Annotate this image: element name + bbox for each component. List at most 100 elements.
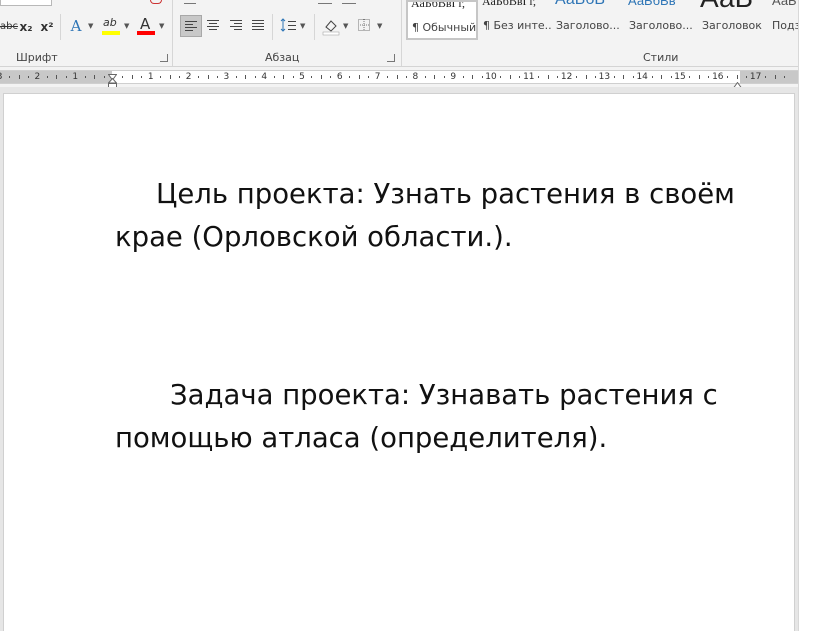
ruler-tick bbox=[27, 76, 29, 78]
strikethrough-button[interactable]: abc bbox=[0, 18, 18, 36]
style-tile-heading2[interactable]: АаБбВв Заголово... bbox=[625, 0, 697, 40]
styles-gallery: АаБбВвГг, ¶ Обычный АаБбВвГг, ¶ Без инте… bbox=[406, 0, 798, 41]
borders-icon bbox=[358, 19, 370, 31]
ruler-tick bbox=[481, 76, 483, 78]
ruler-number: 16 bbox=[712, 72, 724, 82]
ruler-tick bbox=[46, 76, 48, 78]
sort-icon[interactable] bbox=[318, 0, 332, 4]
superscript-button[interactable]: x² bbox=[38, 18, 56, 36]
ruler-tick bbox=[557, 76, 559, 78]
ruler-number: 14 bbox=[636, 72, 648, 82]
ruler-tick bbox=[765, 76, 767, 78]
ruler-tick bbox=[670, 76, 672, 78]
subscript-button[interactable]: x₂ bbox=[17, 18, 35, 36]
paragraph-task[interactable]: Задача проекта: Узнавать растения с помо… bbox=[115, 374, 755, 460]
first-line-indent-marker[interactable] bbox=[107, 68, 118, 81]
ruler-tick bbox=[783, 76, 785, 78]
ruler-number: 6 bbox=[336, 72, 343, 82]
right-window-edge bbox=[798, 0, 819, 631]
ruler-tick bbox=[207, 75, 209, 79]
bullets-icon[interactable] bbox=[184, 0, 196, 4]
ruler-tick bbox=[65, 76, 67, 78]
ruler-tick bbox=[443, 76, 445, 78]
horizontal-ruler[interactable]: 3211234567891011121314151617 bbox=[0, 67, 798, 89]
style-name: Заголовок bbox=[702, 19, 762, 32]
shading-button[interactable] bbox=[320, 15, 342, 37]
ruler-tick bbox=[462, 76, 464, 78]
chevron-down-icon[interactable]: ▼ bbox=[124, 22, 129, 30]
style-tile-title[interactable]: АаБ Заголовок bbox=[698, 0, 770, 40]
ruler-tick bbox=[368, 76, 370, 78]
ruler-tick bbox=[576, 76, 578, 78]
line-spacing-button[interactable] bbox=[278, 15, 300, 37]
chevron-down-icon[interactable]: ▼ bbox=[88, 22, 93, 30]
style-name: ¶ Без инте... bbox=[483, 19, 551, 32]
group-separator bbox=[172, 0, 173, 66]
highlight-button[interactable]: ab bbox=[101, 16, 121, 38]
font-color-button[interactable]: A bbox=[136, 15, 156, 38]
font-size-box[interactable] bbox=[0, 0, 52, 6]
chevron-down-icon[interactable]: ▼ bbox=[300, 22, 305, 30]
ruler-tick bbox=[160, 76, 162, 78]
paragraph-goal[interactable]: Цель проекта: Узнать растения в своём кр… bbox=[115, 173, 755, 259]
style-tile-no-spacing[interactable]: АаБбВвГг, ¶ Без инте... bbox=[479, 0, 551, 40]
document-page[interactable]: Цель проекта: Узнать растения в своём кр… bbox=[3, 93, 795, 631]
align-left-button[interactable] bbox=[180, 15, 202, 37]
paragraph-dialog-launcher-icon[interactable] bbox=[387, 54, 395, 62]
clear-format-icon[interactable] bbox=[150, 0, 162, 4]
ruler-tick bbox=[708, 76, 710, 78]
ruler-tick bbox=[103, 76, 105, 78]
style-tile-heading1[interactable]: АаБбВ Заголово... bbox=[552, 0, 624, 40]
ribbon: abc x₂ x² A ▼ ab ▼ A ▼ Шрифт ▼ ▼ ▼ Абзац… bbox=[0, 0, 798, 67]
borders-button[interactable] bbox=[354, 15, 376, 37]
ruler-tick bbox=[472, 75, 474, 79]
ruler-number: 5 bbox=[299, 72, 305, 82]
align-center-button[interactable] bbox=[203, 15, 225, 37]
ruler-tick bbox=[632, 76, 634, 78]
justify-button[interactable] bbox=[248, 15, 270, 37]
ruler-tick bbox=[84, 76, 86, 78]
hanging-indent-marker[interactable] bbox=[107, 76, 118, 88]
ruler-number: 8 bbox=[412, 72, 419, 82]
paragraph-group-label: Абзац bbox=[265, 51, 300, 64]
ruler-number: 9 bbox=[450, 72, 457, 82]
align-right-icon bbox=[230, 20, 242, 30]
style-preview: АаБ bbox=[700, 0, 753, 14]
right-indent-marker[interactable] bbox=[732, 76, 743, 89]
chevron-down-icon[interactable]: ▼ bbox=[159, 22, 164, 30]
text-effects-button[interactable]: A bbox=[66, 17, 86, 35]
ruler-number: 3 bbox=[0, 72, 2, 82]
justify-icon bbox=[252, 20, 264, 30]
ruler-tick bbox=[56, 75, 58, 79]
highlight-label: ab bbox=[103, 16, 117, 29]
ruler-tick bbox=[434, 75, 436, 79]
ruler-tick bbox=[18, 75, 20, 79]
show-marks-icon[interactable] bbox=[342, 0, 356, 4]
chevron-down-icon[interactable]: ▼ bbox=[343, 22, 348, 30]
ruler-tick bbox=[320, 75, 322, 79]
style-tile-subtitle[interactable]: АаБ Подз bbox=[770, 0, 798, 40]
ruler-number: 15 bbox=[674, 72, 686, 82]
ruler-tick bbox=[774, 75, 776, 79]
ruler-tick bbox=[594, 76, 596, 78]
ruler-tick bbox=[94, 75, 96, 79]
ruler-number: 10 bbox=[485, 72, 497, 82]
align-right-button[interactable] bbox=[226, 15, 248, 37]
style-tile-normal[interactable]: АаБбВвГг, ¶ Обычный bbox=[406, 0, 478, 40]
ruler-number: 2 bbox=[185, 72, 192, 82]
ruler-number: 1 bbox=[72, 72, 79, 82]
chevron-down-icon[interactable]: ▼ bbox=[377, 22, 382, 30]
ruler-number: 7 bbox=[374, 72, 381, 82]
ruler-tick bbox=[349, 76, 351, 78]
style-preview: АаБбВвГг, bbox=[411, 0, 466, 10]
divider bbox=[314, 14, 315, 40]
ruler-tick bbox=[585, 75, 587, 79]
font-group-label: Шрифт bbox=[16, 51, 58, 64]
ruler-tick bbox=[424, 76, 426, 78]
ruler-number: 1 bbox=[147, 72, 154, 82]
align-left-icon bbox=[185, 21, 197, 31]
ruler-tick bbox=[613, 76, 615, 78]
styles-group-label: Стили bbox=[643, 51, 679, 64]
font-dialog-launcher-icon[interactable] bbox=[160, 54, 168, 62]
ruler-tick bbox=[538, 76, 540, 78]
